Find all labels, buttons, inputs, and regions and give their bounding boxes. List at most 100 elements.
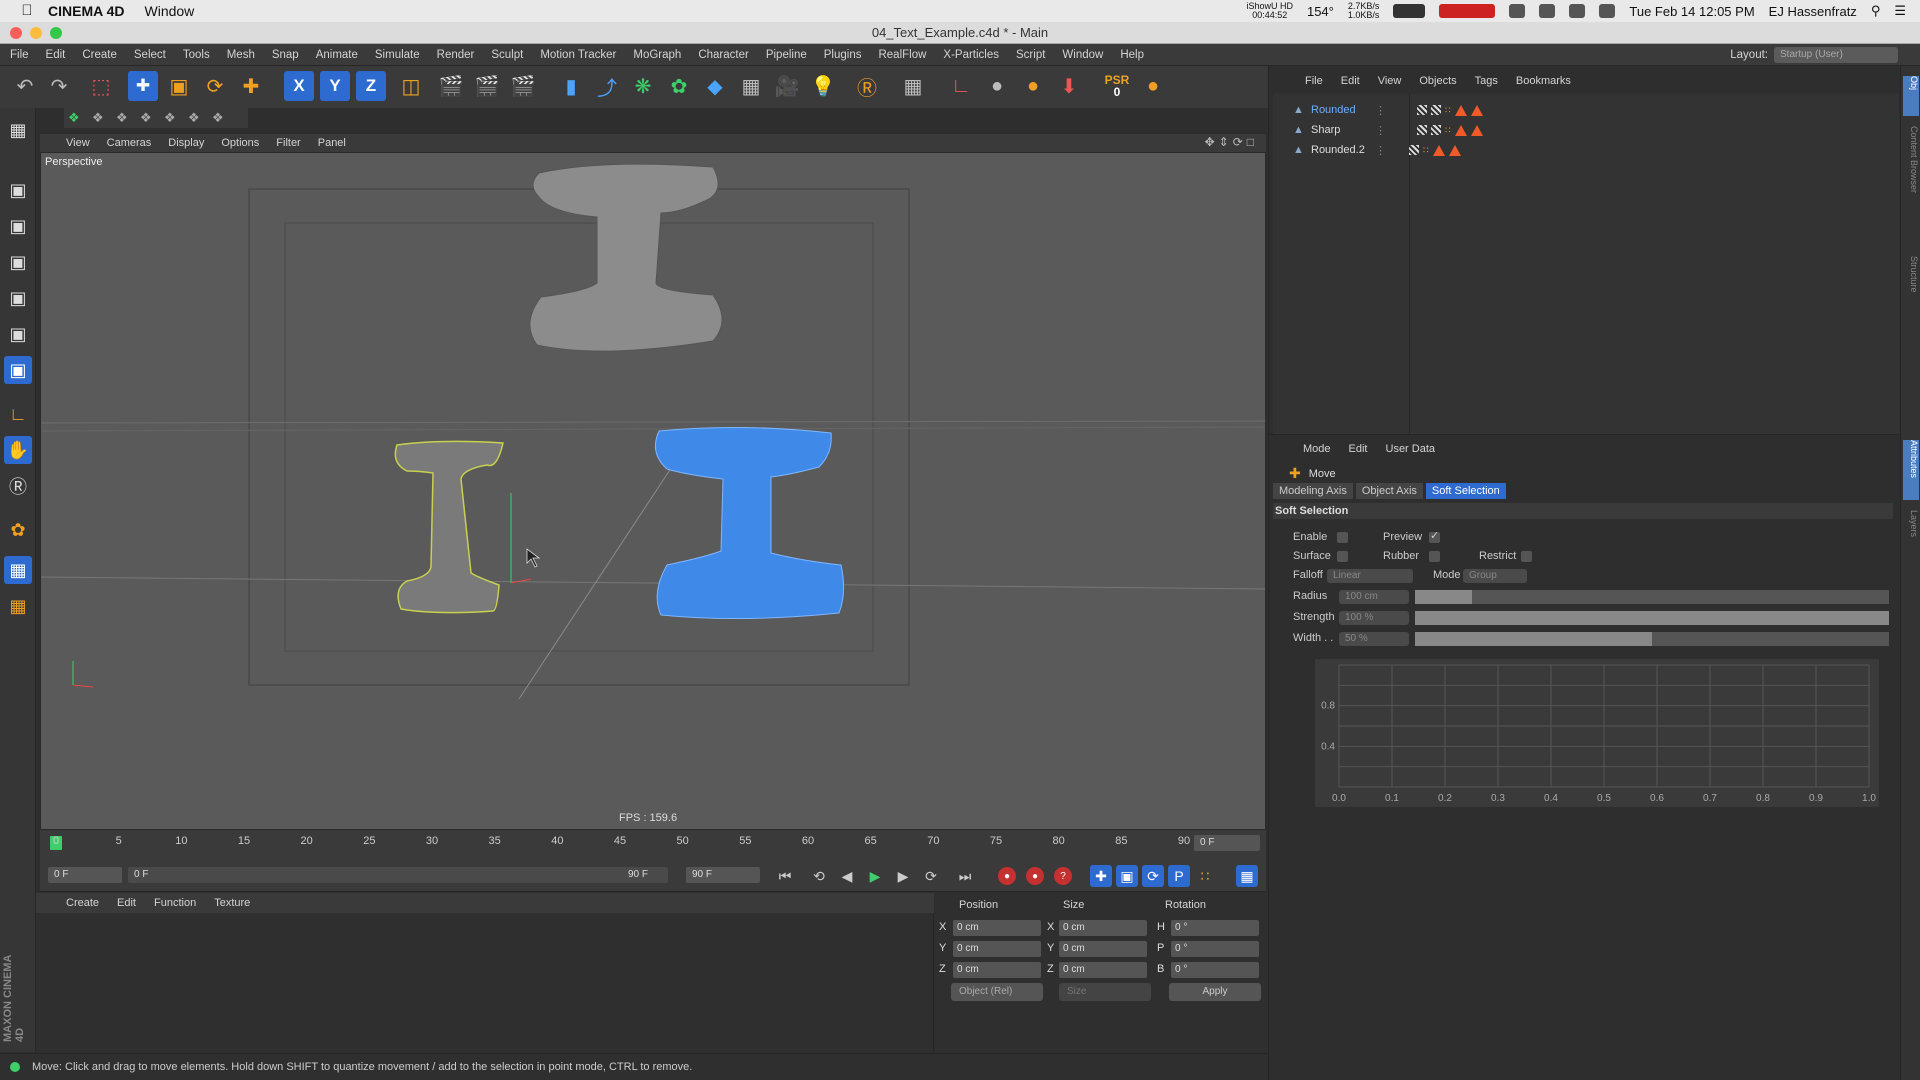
edge-selection-tag-icon[interactable]	[1470, 124, 1483, 136]
selection-tag-icon[interactable]: ∷	[1423, 145, 1429, 156]
magnet-icon[interactable]: ✿	[4, 516, 32, 544]
mac-menu-window[interactable]: Window	[145, 3, 195, 19]
visibility-dots-icon[interactable]: ⋮	[1375, 144, 1386, 157]
menu-mesh[interactable]: Mesh	[227, 49, 255, 61]
menu-simulate[interactable]: Simulate	[375, 49, 420, 61]
snap-points-icon[interactable]: ❖	[116, 110, 128, 126]
autokeying-icon[interactable]: ●	[1026, 867, 1044, 885]
rot-p-field[interactable]: 0 °	[1171, 941, 1259, 957]
record-parameter-icon[interactable]: P	[1168, 865, 1190, 887]
edge-selection-tag-icon[interactable]	[1470, 104, 1483, 116]
rotate-tool-icon[interactable]: ⟳	[200, 71, 230, 101]
sculpt-plugin-icon[interactable]: Ⓡ	[852, 71, 882, 101]
x-axis-handle[interactable]	[510, 578, 532, 584]
workplane-icon[interactable]: ●	[982, 71, 1012, 101]
y-axis-lock-button[interactable]: Y	[320, 71, 350, 101]
menu-help[interactable]: Help	[1120, 49, 1144, 61]
x-axis-lock-button[interactable]: X	[284, 71, 314, 101]
points-mode-icon[interactable]: ▣	[4, 284, 32, 312]
size-z-field[interactable]: 0 cm	[1059, 962, 1147, 978]
volume-icon[interactable]	[1599, 4, 1616, 18]
play-icon[interactable]: ▶	[864, 865, 886, 887]
zoom-window-icon[interactable]	[50, 27, 62, 39]
attributes-side-tab[interactable]: Attributes	[1903, 440, 1919, 500]
objects-menu-view[interactable]: View	[1378, 75, 1402, 87]
checker-tag-icon[interactable]	[1417, 105, 1427, 115]
undo-icon[interactable]: ↶	[10, 71, 40, 101]
floor-icon[interactable]: ▦	[736, 71, 766, 101]
menu-snap[interactable]: Snap	[272, 49, 299, 61]
material-menu-edit[interactable]: Edit	[117, 897, 136, 909]
notification-center-icon[interactable]: ☰	[1894, 3, 1906, 19]
menu-plugins[interactable]: Plugins	[824, 49, 862, 61]
record-active-objects-icon[interactable]: ●	[998, 867, 1016, 885]
dropbox-icon[interactable]	[1509, 4, 1526, 18]
layers-side-tab[interactable]: Layers	[1903, 510, 1919, 560]
uvw-tag-icon[interactable]	[1431, 105, 1441, 115]
redo-icon[interactable]: ↷	[44, 71, 74, 101]
falloff-graph[interactable]: 0.0 0.1 0.2 0.3 0.4 0.5 0.6 0.7 0.8 0.9 1.0 0.8 0.4	[1315, 659, 1879, 807]
polygon-selection-tag-icon[interactable]	[1454, 124, 1467, 136]
spline-pen-icon[interactable]: ⤴	[592, 71, 622, 101]
apply-button[interactable]: Apply	[1169, 983, 1261, 1001]
pos-y-field[interactable]: 0 cm	[953, 941, 1041, 957]
go-to-next-key-icon[interactable]: ⟳	[920, 865, 942, 887]
record-scale-icon[interactable]: ▣	[1116, 865, 1138, 887]
render-view-icon[interactable]: 🎬	[436, 71, 466, 101]
tweak-mode-icon[interactable]: ✋	[4, 436, 32, 464]
menu-tools[interactable]: Tools	[183, 49, 210, 61]
start-frame-field[interactable]: 0 F	[48, 867, 122, 883]
object-row-rounded[interactable]: ▲ Rounded ⋮ ∷	[1273, 100, 1899, 120]
menu-create[interactable]: Create	[82, 49, 117, 61]
uvw-tag-icon[interactable]	[1409, 145, 1419, 155]
coordinate-system-icon[interactable]: ◫	[396, 71, 426, 101]
coordinate-mode-dropdown[interactable]: Object (Rel)	[951, 983, 1043, 1001]
strength-slider[interactable]	[1415, 611, 1889, 625]
perspective-viewport[interactable]: Perspective FPS : 159.6	[40, 152, 1266, 830]
snap-axis-icon[interactable]: ❖	[188, 110, 200, 126]
edge-selection-tag-icon[interactable]	[1448, 144, 1461, 156]
size-mode-dropdown[interactable]: Size	[1059, 983, 1151, 1001]
rot-b-field[interactable]: 0 °	[1171, 962, 1259, 978]
subdivision-surface-icon[interactable]: ❋	[628, 71, 658, 101]
attr-menu-edit[interactable]: Edit	[1349, 443, 1368, 455]
move-tool-icon[interactable]: ✚	[128, 71, 158, 101]
quantize-icon[interactable]: ⬇	[1054, 71, 1084, 101]
viewport-menu-display[interactable]: Display	[168, 137, 204, 149]
snap-midpoint-icon[interactable]: ❖	[212, 110, 224, 126]
width-field[interactable]: 50 %	[1339, 632, 1409, 646]
letter-i-rounded-selected[interactable]	[654, 426, 845, 620]
polygon-selection-tag-icon[interactable]	[1454, 104, 1467, 116]
snap-icon[interactable]: ∟	[946, 71, 976, 101]
object-row-sharp[interactable]: ▲ Sharp ⋮ ∷	[1273, 120, 1899, 140]
timeline-ruler[interactable]: 0 5 10 15 20 25 30 35 40 45 50 55 60 65 70 75 80 85 90 0 F	[40, 830, 1266, 858]
width-slider[interactable]	[1415, 632, 1889, 646]
structure-side-tab[interactable]: Structure	[1903, 256, 1919, 316]
apple-icon[interactable]: 	[18, 2, 36, 20]
enable-axis-mode-icon[interactable]: ∟	[4, 400, 32, 428]
guide-icon[interactable]: ●	[1018, 71, 1048, 101]
z-axis-lock-button[interactable]: Z	[356, 71, 386, 101]
attr-menu-mode[interactable]: Mode	[1303, 443, 1331, 455]
screenrec-status[interactable]: iShowU HD 00:44:52	[1246, 2, 1293, 20]
selection-tag-icon[interactable]: ∷	[1445, 125, 1451, 136]
end-frame-field[interactable]: 90 F	[686, 867, 760, 883]
viewport-menu-panel[interactable]: Panel	[318, 137, 346, 149]
strength-field[interactable]: 100 %	[1339, 611, 1409, 625]
material-menu-function[interactable]: Function	[154, 897, 196, 909]
texture-mode-icon[interactable]: ▣	[4, 212, 32, 240]
radius-field[interactable]: 100 cm	[1339, 590, 1409, 604]
snap-grid-icon[interactable]: ❖	[92, 110, 104, 126]
objects-menu-file[interactable]: File	[1305, 75, 1323, 87]
surface-checkbox[interactable]	[1337, 551, 1348, 562]
material-cube-icon[interactable]: ▦	[898, 71, 928, 101]
go-to-end-icon[interactable]: ⏭	[954, 865, 976, 887]
deformer-icon[interactable]: ◆	[700, 71, 730, 101]
layout-dropdown[interactable]: Startup (User)	[1774, 47, 1898, 63]
previous-frame-icon[interactable]: ◀	[836, 865, 858, 887]
current-frame-field[interactable]: 0 F	[1194, 835, 1260, 851]
tab-soft-selection[interactable]: Soft Selection	[1425, 483, 1506, 499]
viewport-scene[interactable]	[41, 153, 1266, 830]
preview-checkbox[interactable]	[1429, 529, 1440, 543]
objects-menu-edit[interactable]: Edit	[1341, 75, 1360, 87]
